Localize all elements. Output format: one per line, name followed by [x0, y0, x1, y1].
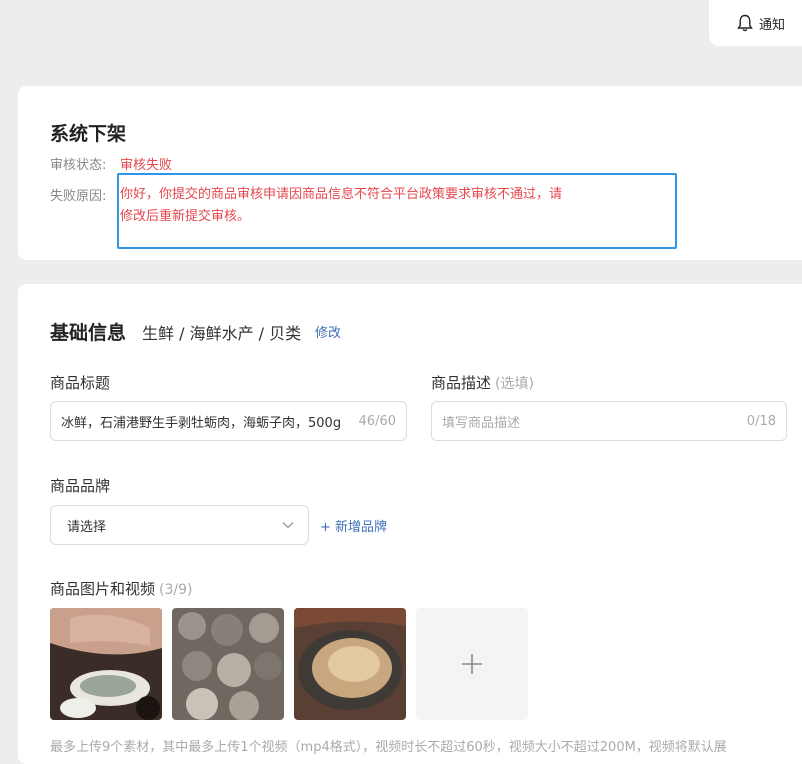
product-title-input[interactable]: 冰鲜，石浦港野生手剥牡蛎肉，海蛎子肉，500g 46/60 [50, 401, 407, 441]
product-desc-label-text: 商品描述 [431, 374, 492, 392]
edit-category-link[interactable]: 修改 [315, 322, 341, 341]
oyster-closeup-image[interactable] [294, 608, 406, 720]
oyster-in-hand-drawing [50, 608, 162, 720]
status-label: 审核状态: [50, 158, 107, 173]
status-card: 系统下架 审核状态: 审核失败 失败原因: 你好，你提交的商品审核申请因商品信息… [18, 86, 802, 260]
plus-icon [462, 654, 482, 674]
media-label-text: 商品图片和视频 [50, 580, 156, 598]
media-label: 商品图片和视频 (3/9) [50, 578, 192, 599]
shucked-oysters-image[interactable] [172, 608, 284, 720]
reason-label: 失败原因: [50, 189, 107, 204]
product-title-value: 冰鲜，石浦港野生手剥牡蛎肉，海蛎子肉，500g [61, 415, 342, 431]
basic-info-title: 基础信息 [50, 322, 127, 344]
product-title-label: 商品标题 [50, 374, 111, 392]
brand-selected: 请选择 [67, 519, 107, 535]
oyster-closeup-drawing [294, 608, 406, 720]
brand-label: 商品品牌 [50, 477, 111, 495]
oyster-in-hand-image[interactable] [50, 608, 162, 720]
reason-text: 你好，你提交的商品审核申请因商品信息不符合平台政策要求审核不通过，请 修改后重新… [120, 184, 610, 228]
optional-hint: (选填) [495, 376, 534, 392]
upload-media-button[interactable] [416, 608, 528, 720]
basic-info-card: 基础信息 生鲜 / 海鲜水产 / 贝类 修改 商品标题 冰鲜，石浦港野生手剥牡蛎… [18, 284, 802, 764]
reason-line-2: 修改后重新提交审核。 [120, 209, 251, 224]
bell-icon [737, 14, 753, 32]
chevron-down-icon [282, 522, 294, 529]
status-title: 系统下架 [50, 123, 127, 145]
status-value: 审核失败 [120, 158, 173, 173]
product-title-count: 46/60 [358, 413, 396, 429]
shucked-oysters-drawing [172, 608, 284, 720]
reason-line-1: 你好，你提交的商品审核申请因商品信息不符合平台政策要求审核不通过，请 [120, 187, 563, 202]
notify-label: 通知 [759, 17, 786, 33]
brand-select[interactable]: 请选择 [50, 505, 309, 545]
add-brand-button[interactable]: + 新增品牌 [320, 516, 387, 535]
category-path: 生鲜 / 海鲜水产 / 贝类 [142, 324, 302, 343]
product-desc-label: 商品描述 (选填) [431, 372, 534, 393]
media-count: (3/9) [159, 582, 193, 598]
notify-button[interactable]: 通知 [709, 0, 802, 46]
product-desc-placeholder: 填写商品描述 [442, 415, 521, 431]
product-desc-input[interactable]: 填写商品描述 0/18 [431, 401, 787, 441]
product-desc-count: 0/18 [746, 413, 776, 429]
media-hint: 最多上传9个素材，其中最多上传1个视频（mp4格式），视频时长不超过60秒，视频… [50, 740, 727, 755]
